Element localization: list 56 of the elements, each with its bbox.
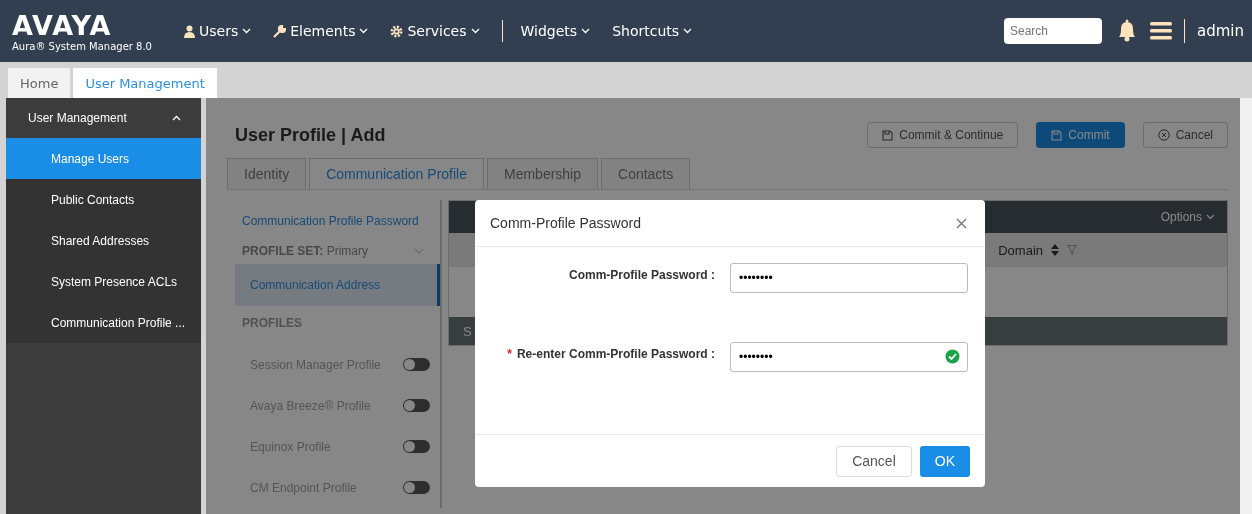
toggle-switch[interactable] bbox=[403, 481, 430, 494]
menu-icon[interactable] bbox=[1150, 21, 1172, 41]
chevron-down-icon bbox=[581, 28, 591, 34]
action-button[interactable]: Cancel bbox=[1142, 122, 1228, 148]
nav-menu[interactable]: Users bbox=[184, 23, 252, 39]
user-icon bbox=[184, 24, 195, 38]
wrench-icon bbox=[273, 24, 287, 38]
nav-menu[interactable]: Widgets bbox=[520, 23, 591, 39]
profile-tab[interactable]: Identity bbox=[227, 158, 307, 189]
logo: AVAYA bbox=[12, 10, 113, 41]
chevron-down-icon bbox=[1206, 214, 1215, 220]
nav-menu[interactable]: Services bbox=[390, 23, 480, 39]
chevron-down-icon bbox=[683, 28, 693, 34]
sidebar-section-header[interactable]: User Management bbox=[6, 98, 201, 138]
scrollbar[interactable] bbox=[1240, 98, 1252, 514]
sidebar-item[interactable]: Manage Users bbox=[6, 138, 201, 179]
profile-tab[interactable]: Contacts bbox=[601, 158, 691, 189]
sidebar-item[interactable]: System Presence ACLs bbox=[6, 261, 201, 302]
action-button[interactable]: Commit & Continue bbox=[867, 122, 1019, 148]
sidebar-item[interactable]: Public Contacts bbox=[6, 179, 201, 220]
password-field[interactable]: •••••••• bbox=[730, 342, 968, 372]
app-tab[interactable]: User Management bbox=[73, 68, 217, 98]
ok-button[interactable]: OK bbox=[919, 445, 970, 477]
cancel-icon bbox=[1157, 129, 1170, 141]
field-label: Comm-Profile Password : bbox=[567, 267, 715, 282]
password-field[interactable]: •••••••• bbox=[730, 263, 968, 293]
user-name[interactable]: admin bbox=[1197, 22, 1244, 40]
toggle-switch[interactable] bbox=[403, 399, 430, 412]
close-icon[interactable] bbox=[956, 217, 967, 229]
field-label: * Re-enter Comm-Profile Password : bbox=[506, 346, 715, 361]
dialog-title: Comm-Profile Password bbox=[490, 215, 641, 231]
sidebar-item[interactable]: Shared Addresses bbox=[6, 220, 201, 261]
footer-text: S bbox=[463, 323, 472, 339]
check-icon bbox=[945, 349, 960, 364]
save-icon bbox=[1051, 129, 1063, 141]
profile-tab[interactable]: Membership bbox=[487, 158, 598, 189]
save-icon bbox=[882, 129, 894, 141]
gear-icon bbox=[390, 24, 404, 38]
nav-menu[interactable]: Shortcuts bbox=[612, 23, 693, 39]
profile-set-label: PROFILE SET: Primary bbox=[242, 244, 368, 258]
sort-icon[interactable] bbox=[1051, 244, 1059, 256]
column-header[interactable]: Domain bbox=[998, 242, 1043, 258]
search-field[interactable]: Search bbox=[1004, 18, 1102, 44]
toggle-switch[interactable] bbox=[403, 358, 430, 371]
cancel-button[interactable]: Cancel bbox=[836, 445, 912, 477]
bell-icon[interactable] bbox=[1116, 19, 1138, 43]
sidebar-item[interactable]: Communication Profile ... bbox=[6, 302, 201, 343]
toggle-switch[interactable] bbox=[403, 440, 430, 453]
page-title: User Profile | Add bbox=[235, 124, 386, 146]
app-tab[interactable]: Home bbox=[8, 68, 71, 98]
chevron-down-icon bbox=[470, 28, 480, 34]
chevron-down-icon bbox=[242, 28, 252, 34]
chevron-down-icon bbox=[359, 28, 369, 34]
options-menu[interactable]: Options bbox=[1160, 210, 1215, 224]
product-name: Aura® System Manager 8.0 bbox=[12, 40, 153, 52]
nav-menu[interactable]: Elements bbox=[273, 23, 369, 39]
